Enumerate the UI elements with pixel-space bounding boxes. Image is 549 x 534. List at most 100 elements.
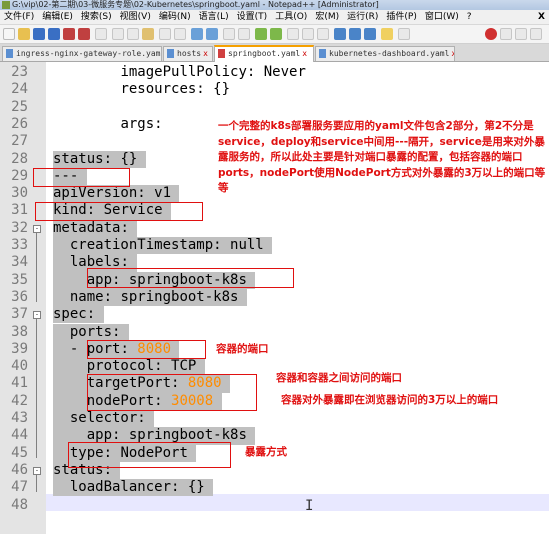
stop-macro-icon[interactable] (500, 28, 512, 40)
yaml-key: status (53, 150, 104, 167)
save-icon[interactable] (33, 28, 45, 40)
tab-close-icon[interactable]: x (451, 49, 454, 58)
tab-ingress-nginx[interactable]: ingress-nginx-gateway-role.yamlx (2, 46, 162, 61)
paste-icon[interactable] (142, 28, 154, 40)
separator-highlight-box (33, 168, 130, 187)
code-line: name: springboot-k8s (53, 288, 239, 306)
save-all-icon[interactable] (48, 28, 60, 40)
sync-v-icon[interactable] (255, 28, 267, 40)
doc-map-icon[interactable] (349, 28, 361, 40)
tab-close-icon[interactable]: x (203, 49, 208, 58)
menu-search[interactable]: 搜索(S) (77, 10, 116, 24)
file-icon (167, 49, 174, 58)
replace-icon[interactable] (206, 28, 218, 40)
line-number: 30 (11, 185, 28, 202)
record-macro-icon[interactable] (485, 28, 497, 40)
menu-plugins[interactable]: 插件(P) (382, 10, 420, 24)
yaml-colon: : (196, 81, 205, 98)
line-number: 43 (11, 410, 28, 426)
indent-guide-icon[interactable] (317, 28, 329, 40)
yaml-value: springboot-k8s (112, 288, 239, 305)
close-file-icon[interactable] (63, 28, 75, 40)
menu-edit[interactable]: 编辑(E) (38, 10, 77, 24)
tab-kubernetes-dashboard[interactable]: kubernetes-dashboard.yamlx (315, 46, 455, 61)
open-file-icon[interactable] (18, 28, 30, 40)
yaml-colon: : (154, 358, 163, 375)
menu-run[interactable]: 运行(R) (343, 10, 382, 24)
copy-icon[interactable] (127, 28, 139, 40)
code-line: spec: (53, 306, 95, 323)
menu-language[interactable]: 语言(L) (195, 10, 233, 24)
file-icon (6, 49, 13, 58)
tab-close-icon[interactable]: x (302, 49, 307, 58)
line-number: 36 (11, 288, 28, 305)
yaml-key: protocol (86, 358, 155, 375)
code-line: metadata: (53, 220, 129, 237)
editor[interactable]: - - - 23 imagePullPolicy: Never 24 resource… (0, 62, 549, 534)
toolbar (0, 25, 549, 44)
menu-view[interactable]: 视图(V) (116, 10, 155, 24)
line-number: 46 (11, 461, 28, 478)
file-icon (218, 49, 225, 58)
play-macro-icon[interactable] (515, 28, 527, 40)
text-cursor: I (305, 498, 314, 514)
annotation-node-port: 容器对外暴露即在浏览器访问的3万以上的端口 (281, 394, 499, 406)
menu-help[interactable]: ? (463, 10, 476, 24)
zoom-in-icon[interactable] (223, 28, 235, 40)
monitoring-icon[interactable] (398, 28, 410, 40)
menu-macro[interactable]: 宏(M) (311, 10, 343, 24)
menu-tools[interactable]: 工具(O) (271, 10, 311, 24)
close-all-icon[interactable] (78, 28, 90, 40)
folder-workspace-icon[interactable] (381, 28, 393, 40)
line-number: 42 (11, 392, 28, 409)
show-all-chars-icon[interactable] (302, 28, 314, 40)
yaml-value: Never (255, 64, 306, 80)
fold-toggle-icon[interactable]: - (33, 466, 41, 475)
line-number: 28 (11, 150, 28, 167)
new-file-icon[interactable] (3, 28, 15, 40)
menu-settings[interactable]: 设置(T) (233, 10, 272, 24)
fold-line (36, 319, 37, 458)
line-number: 32 (11, 219, 28, 236)
yaml-value: {} (179, 479, 205, 496)
tab-springboot-yaml[interactable]: springboot.yaml x (214, 45, 314, 63)
menu-file[interactable]: 文件(F) (0, 10, 38, 24)
line-number: 40 (11, 358, 28, 375)
code-line: status: {} (53, 151, 137, 168)
tab-label: ingress-nginx-gateway-role.yaml (16, 49, 162, 58)
zoom-out-icon[interactable] (238, 28, 250, 40)
function-list-icon[interactable] (364, 28, 376, 40)
menu-window[interactable]: 窗口(W) (421, 10, 463, 24)
tab-label: kubernetes-dashboard.yaml (329, 49, 450, 58)
word-wrap-icon[interactable] (287, 28, 299, 40)
yaml-key: args (120, 115, 155, 132)
menu-encoding[interactable]: 编码(N) (155, 10, 195, 24)
redo-icon[interactable] (174, 28, 186, 40)
fold-line (36, 232, 37, 302)
yaml-colon: : (154, 115, 163, 132)
code-line: apiVersion: v1 (53, 185, 171, 202)
yaml-colon: : (103, 150, 113, 167)
find-icon[interactable] (191, 28, 203, 40)
print-icon[interactable] (95, 28, 107, 40)
yaml-key: ports (69, 323, 113, 340)
yaml-key: loadBalancer (69, 479, 172, 496)
run-macro-multiple-icon[interactable] (530, 28, 542, 40)
tab-label: springboot.yaml (228, 49, 301, 58)
fold-toggle-icon[interactable]: - (33, 224, 41, 233)
fold-toggle-icon[interactable]: - (33, 311, 41, 320)
tab-hosts[interactable]: hosts x (163, 46, 213, 61)
menu-close-icon[interactable]: X (538, 10, 545, 24)
cut-icon[interactable] (112, 28, 124, 40)
udl-icon[interactable] (334, 28, 346, 40)
line-number: 35 (11, 271, 28, 288)
code-line: protocol: TCP (53, 358, 197, 375)
sync-h-icon[interactable] (270, 28, 282, 40)
undo-icon[interactable] (159, 28, 171, 40)
